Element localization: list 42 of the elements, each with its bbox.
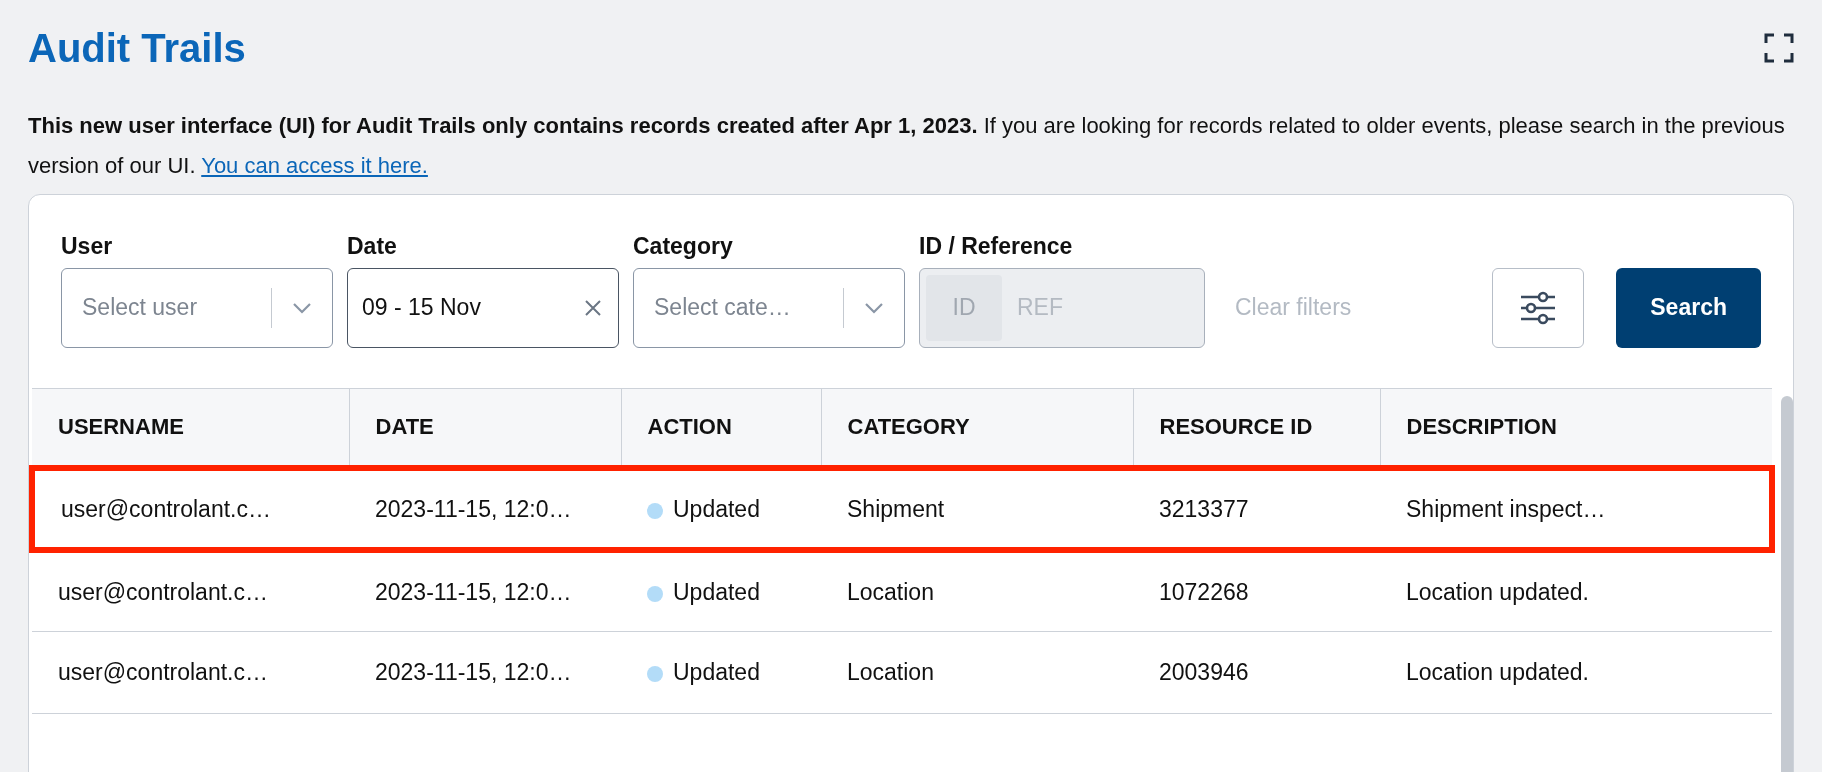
table-cell: 1072268 (1133, 549, 1380, 632)
filter-label: ID / Reference (919, 232, 1074, 261)
sliders-icon (1519, 290, 1558, 325)
filter-label: User (61, 232, 114, 261)
access-link[interactable]: You can access it here. (201, 153, 428, 178)
status-text: Updated (647, 659, 760, 686)
column-header[interactable]: CATEGORY (821, 388, 1133, 468)
table-cell: user@controlant.c… (32, 631, 349, 714)
status-dot (647, 666, 663, 683)
filter-settings-button[interactable] (1492, 267, 1585, 348)
table-cell: 2023-11-15, 12:0… (349, 468, 621, 550)
table-cell: Shipment (821, 468, 1133, 550)
status-text: Updated (647, 495, 760, 522)
filter-label: Category (633, 232, 734, 261)
table-cell: Location updated. (1380, 631, 1772, 714)
table-cell: Location (821, 549, 1133, 632)
table-cell: user@controlant.c… (32, 549, 349, 632)
table-cell: Shipment inspect… (1380, 468, 1772, 550)
notice-text: This new user interface (UI) for Audit Trails only contains records created after Apr 1, 2023. If you are looking for records related to older events, please search in the previous version of our UI. You can access it here. (28, 112, 1786, 180)
table-cell: Location updated. (1380, 549, 1772, 632)
column-header[interactable]: DATE (349, 388, 621, 468)
column-header[interactable]: USERNAME (32, 388, 349, 468)
category-select[interactable]: Select cate… (633, 267, 905, 348)
search-button[interactable]: Search (1616, 267, 1761, 348)
table-cell: 3213377 (1133, 468, 1380, 550)
table-cell: 2003946 (1133, 631, 1380, 714)
column-header[interactable]: RESOURCE ID (1133, 388, 1380, 468)
status-dot (647, 585, 663, 602)
table-cell: 2023-11-15, 12:0… (349, 631, 621, 714)
scrollbar-thumb[interactable] (1781, 395, 1793, 772)
status-text: Updated (647, 578, 760, 605)
table-cell: 2023-11-15, 12:0… (349, 549, 621, 632)
fullscreen-icon[interactable] (1764, 33, 1794, 63)
status-dot (647, 502, 663, 519)
table-cell: user@controlant.c… (32, 468, 349, 550)
column-header[interactable]: ACTION (621, 388, 821, 468)
column-header[interactable]: DESCRIPTION (1380, 388, 1772, 468)
filter-label: Date (347, 232, 398, 261)
user-select[interactable]: Select user (61, 267, 333, 348)
date-field[interactable]: 09 - 15 Nov (347, 267, 619, 348)
page-title: Audit Trails (28, 25, 246, 72)
table-cell: Location (821, 631, 1133, 714)
